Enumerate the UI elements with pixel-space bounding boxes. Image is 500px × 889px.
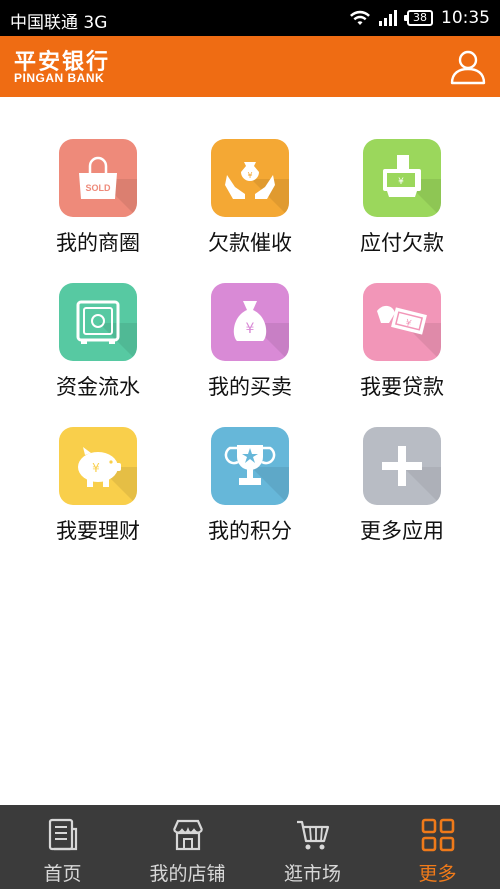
status-bar: 中国联通 3G 38 10:35 xyxy=(0,0,500,36)
tab-label: 我的店铺 xyxy=(149,863,226,885)
carrier-label: 中国联通 3G xyxy=(10,13,108,33)
money-bag-icon: ¥ xyxy=(211,283,289,361)
tile-my-trade[interactable]: ¥ 我的买卖 xyxy=(170,241,330,399)
tab-more[interactable]: 更多 xyxy=(375,805,500,889)
shopping-bag-icon: SOLD xyxy=(59,139,137,217)
safe-icon xyxy=(59,283,137,361)
tile-label: 我的积分 xyxy=(208,519,292,543)
store-icon xyxy=(172,819,203,851)
tab-label: 逛市场 xyxy=(283,863,341,885)
tab-home[interactable]: 首页 xyxy=(0,805,125,889)
trophy-icon xyxy=(211,427,289,505)
tile-label: 更多应用 xyxy=(360,519,444,543)
bank-logo-en: PINGAN BANK xyxy=(14,71,105,85)
tab-label: 更多 xyxy=(418,863,457,885)
svg-text:¥: ¥ xyxy=(246,321,255,337)
grid-icon xyxy=(421,818,454,852)
hands-money-icon: ¥ xyxy=(211,139,289,217)
svg-text:¥: ¥ xyxy=(398,177,404,187)
user-icon[interactable] xyxy=(448,46,488,86)
plus-icon xyxy=(363,427,441,505)
tab-label: 首页 xyxy=(43,863,82,885)
signal-icon xyxy=(379,10,397,26)
tile-my-points[interactable]: 我的积分 xyxy=(170,385,330,543)
tab-market[interactable]: 逛市场 xyxy=(250,805,375,889)
tile-wealth-management[interactable]: ¥ 我要理财 xyxy=(18,385,178,543)
wifi-icon xyxy=(350,10,370,25)
tile-apply-loan[interactable]: ¥ 我要贷款 xyxy=(322,241,482,399)
piggy-bank-icon: ¥ xyxy=(59,427,137,505)
status-right: 38 10:35 xyxy=(349,8,490,28)
hand-cash-icon: ¥ xyxy=(363,283,441,361)
battery-icon: 38 xyxy=(404,10,433,26)
tile-label: 我要理财 xyxy=(56,519,140,543)
tile-payable-debt[interactable]: ¥ 应付欠款 xyxy=(322,97,482,255)
svg-text:¥: ¥ xyxy=(92,461,100,475)
home-document-icon xyxy=(48,818,77,851)
app-header: 平安银行 PINGAN BANK xyxy=(0,36,500,97)
bottom-tab-bar: 首页 我的店铺 逛市场 更多 xyxy=(0,805,500,889)
svg-text:¥: ¥ xyxy=(247,171,252,180)
sold-badge: SOLD xyxy=(85,183,111,193)
cart-icon xyxy=(296,820,329,850)
tab-my-store[interactable]: 我的店铺 xyxy=(125,805,250,889)
tile-more-apps[interactable]: 更多应用 xyxy=(322,385,482,543)
clock: 10:35 xyxy=(441,8,490,28)
app-screen: 中国联通 3G 38 10:35 平安银行 PINGAN BANK SOLD 我… xyxy=(0,0,500,889)
tile-my-business-circle[interactable]: SOLD 我的商圈 xyxy=(18,97,178,255)
tile-fund-flow[interactable]: 资金流水 xyxy=(18,241,178,399)
tile-debt-collection[interactable]: ¥ 欠款催收 xyxy=(170,97,330,255)
cash-machine-icon: ¥ xyxy=(363,139,441,217)
